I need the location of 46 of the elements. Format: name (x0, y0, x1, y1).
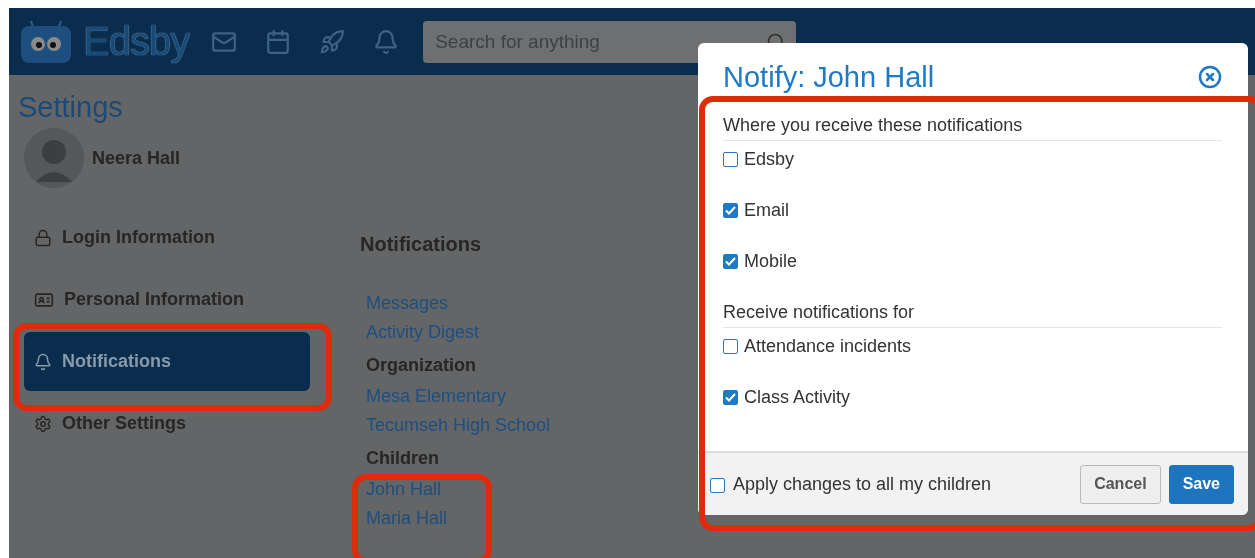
nav-item[interactable]: Login Information (24, 208, 310, 267)
nav-label: Notifications (62, 351, 171, 372)
nav-label: Other Settings (62, 413, 186, 434)
checkbox[interactable] (723, 339, 738, 354)
nav-item[interactable]: Notifications (24, 332, 310, 391)
nav-label: Login Information (62, 227, 215, 248)
nav-item[interactable]: Other Settings (24, 394, 310, 453)
notification-link[interactable]: John Hall (360, 475, 442, 504)
avatar-icon (24, 128, 84, 188)
checkbox[interactable] (723, 152, 738, 167)
group-heading: Organization (365, 354, 477, 377)
option-label: Edsby (744, 149, 795, 170)
checkbox[interactable] (723, 203, 738, 218)
nav-label: Personal Information (64, 289, 245, 310)
dialog-title: Notify: John Hall (723, 60, 935, 94)
option-label: Class Activity (744, 387, 851, 408)
section-heading: Notifications (360, 233, 483, 256)
option-label: Mobile (744, 251, 798, 272)
checkbox[interactable] (710, 478, 725, 493)
apply-all-label: Apply changes to all my children (733, 473, 993, 495)
option-label: Attendance incidents (744, 336, 912, 357)
notification-link[interactable]: Tecumseh High School (360, 411, 551, 440)
gear-icon (34, 414, 52, 433)
checkbox[interactable] (723, 254, 738, 269)
bell-icon (34, 352, 52, 371)
section-label: Receive notifications for (723, 302, 1222, 328)
page-title: Settings (18, 91, 124, 124)
notification-link[interactable]: Mesa Elementary (360, 382, 507, 411)
nav-item[interactable]: Personal Information (24, 270, 310, 329)
checkbox[interactable] (723, 390, 738, 405)
option-label: Email (744, 200, 789, 221)
section-label: Where you receive these notifications (723, 115, 1222, 141)
close-button[interactable] (1198, 65, 1222, 89)
notification-link[interactable]: Messages (360, 289, 449, 318)
bell-icon[interactable] (373, 28, 400, 55)
logo-text: Edsby (83, 19, 190, 64)
rocket-icon[interactable] (319, 28, 346, 55)
lock-icon (34, 228, 52, 247)
notification-link[interactable]: Activity Digest (360, 318, 480, 347)
cancel-button[interactable]: Cancel (1080, 464, 1161, 504)
save-button[interactable]: Save (1168, 464, 1234, 504)
notification-link[interactable]: Maria Hall (360, 504, 448, 533)
robot-logo-icon[interactable] (19, 18, 73, 65)
group-heading: Children (365, 447, 440, 470)
calendar-icon[interactable] (265, 28, 292, 55)
user-name: Neera Hall (92, 147, 181, 169)
